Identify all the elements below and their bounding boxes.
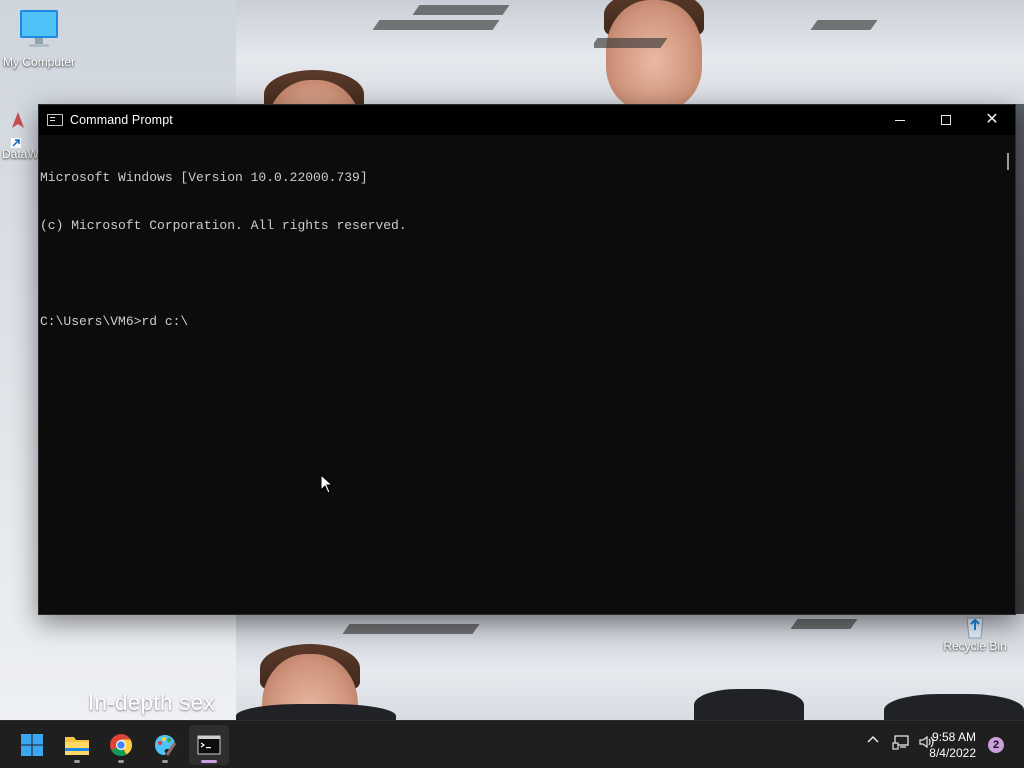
close-icon: ✕ bbox=[985, 111, 999, 128]
running-indicator bbox=[74, 760, 80, 763]
desktop: My Computer DataW Recycle Bin In-depth s… bbox=[0, 0, 1024, 720]
system-tray: 9:58 AM 8/4/2022 2 bbox=[824, 721, 1024, 769]
chrome-icon bbox=[110, 734, 132, 756]
network-icon[interactable] bbox=[892, 734, 910, 753]
taskbar-start-button[interactable] bbox=[12, 725, 52, 765]
window-titlebar[interactable]: Command Prompt ✕ bbox=[39, 105, 1015, 135]
wallpaper-tile bbox=[236, 614, 594, 720]
taskbar-command-prompt[interactable] bbox=[189, 725, 229, 765]
running-indicator bbox=[162, 760, 168, 763]
paint-icon bbox=[155, 735, 177, 756]
desktop-icon-label: My Computer bbox=[2, 55, 76, 69]
cmd-icon bbox=[47, 114, 63, 126]
taskbar-file-explorer[interactable] bbox=[57, 725, 97, 765]
cmd-icon bbox=[197, 735, 221, 755]
wallpaper-tile bbox=[236, 0, 594, 104]
clock-date: 8/4/2022 bbox=[929, 746, 976, 760]
taskbar-paint[interactable] bbox=[145, 725, 185, 765]
close-button[interactable]: ✕ bbox=[969, 105, 1015, 135]
command-prompt-window[interactable]: Command Prompt ✕ Microsoft Windows [Vers… bbox=[38, 104, 1016, 615]
notification-badge[interactable]: 2 bbox=[988, 737, 1004, 753]
shortcut-icon bbox=[11, 112, 24, 148]
console-line: Microsoft Windows [Version 10.0.22000.73… bbox=[40, 170, 368, 185]
mouse-pointer-icon bbox=[320, 474, 334, 494]
running-indicator bbox=[201, 760, 217, 763]
desktop-icon-label: Recycle Bin bbox=[943, 639, 1007, 653]
wallpaper-caption: In-depth sex bbox=[88, 690, 216, 715]
wallpaper-tile bbox=[1016, 104, 1024, 614]
windows-start-icon bbox=[21, 734, 43, 756]
maximize-button[interactable] bbox=[923, 105, 969, 135]
window-title: Command Prompt bbox=[70, 113, 173, 127]
scrollbar-thumb[interactable] bbox=[1007, 153, 1009, 170]
console-output[interactable]: Microsoft Windows [Version 10.0.22000.73… bbox=[39, 135, 1015, 614]
minimize-icon bbox=[895, 119, 905, 121]
wallpaper-tile bbox=[594, 0, 1024, 104]
chevron-up-icon[interactable] bbox=[866, 733, 880, 750]
folder-icon bbox=[65, 737, 89, 755]
console-line: (c) Microsoft Corporation. All rights re… bbox=[40, 218, 407, 233]
taskbar-clock[interactable]: 9:58 AM 8/4/2022 bbox=[916, 729, 976, 761]
desktop-icon-my-computer[interactable]: My Computer bbox=[0, 8, 79, 69]
taskbar-chrome[interactable] bbox=[101, 725, 141, 765]
clock-time: 9:58 AM bbox=[931, 730, 976, 744]
taskbar: 9:58 AM 8/4/2022 2 bbox=[0, 720, 1024, 768]
monitor-icon bbox=[20, 10, 58, 47]
running-indicator bbox=[118, 760, 124, 763]
minimize-button[interactable] bbox=[877, 105, 923, 135]
desktop-icon-recycle-bin[interactable]: Recycle Bin bbox=[935, 610, 1015, 653]
maximize-icon bbox=[941, 115, 951, 125]
console-prompt-line[interactable]: C:\Users\VM6>rd c:\ bbox=[40, 314, 1015, 330]
